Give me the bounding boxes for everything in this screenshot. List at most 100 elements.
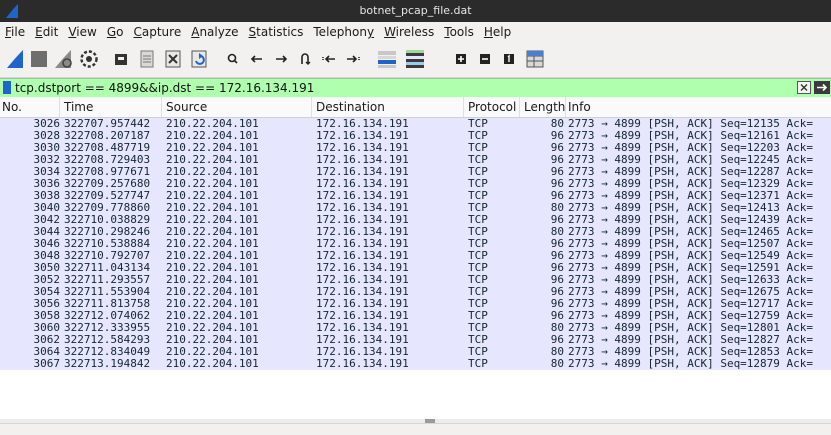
column-header-source[interactable]: Source <box>162 97 312 117</box>
menu-item-help[interactable]: Help <box>479 22 516 42</box>
column-header-protocol[interactable]: Protocol <box>464 97 520 117</box>
packet-info: 2773 → 4899 [PSH, ACK] Seq=12203 Ack= <box>568 142 814 154</box>
column-header-no[interactable]: No. <box>0 97 60 117</box>
main-toolbar <box>0 42 831 78</box>
display-filter-input[interactable] <box>15 79 785 97</box>
save-file-button[interactable] <box>136 48 158 70</box>
find-packet-button[interactable] <box>222 48 244 70</box>
go-last-button[interactable] <box>342 48 364 70</box>
resize-columns-button[interactable] <box>524 48 546 70</box>
go-first-button[interactable] <box>318 48 340 70</box>
table-row[interactable]: 3038 322709.527747 210.22.204.101 172.16.13… <box>0 190 831 202</box>
colorize-button[interactable] <box>404 48 426 70</box>
packet-time: 322711.293557 <box>64 274 151 286</box>
go-back-button[interactable] <box>246 48 268 70</box>
packet-source: 210.22.204.101 <box>166 322 259 334</box>
table-row[interactable]: 3042 322710.038829 210.22.204.101 172.16.13… <box>0 214 831 226</box>
go-forward-button[interactable] <box>270 48 292 70</box>
table-row[interactable]: 3067 322713.194842 210.22.204.101 172.16.13… <box>0 358 831 370</box>
packet-time: 322707.957442 <box>64 118 151 130</box>
packet-time: 322708.977671 <box>64 166 151 178</box>
menu-label-pre: Telephon <box>313 25 367 39</box>
table-row[interactable]: 3050 322711.043134 210.22.204.101 172.16.13… <box>0 262 831 274</box>
packet-protocol: TCP <box>468 274 488 286</box>
table-row[interactable]: 3040 322709.778860 210.22.204.101 172.16.13… <box>0 202 831 214</box>
colorize-icon <box>406 50 424 68</box>
packet-source: 210.22.204.101 <box>166 142 259 154</box>
packet-length: 80 <box>550 358 564 370</box>
packet-number: 3034 <box>33 166 61 178</box>
apply-filter-icon[interactable] <box>814 81 830 94</box>
table-row[interactable]: 3064 322712.834049 210.22.204.101 172.16.13… <box>0 346 831 358</box>
packet-length: 96 <box>550 166 564 178</box>
display-filter-bar <box>0 78 831 98</box>
packet-destination: 172.16.134.191 <box>316 130 409 142</box>
column-header-info[interactable]: Info <box>566 97 831 117</box>
menu-item-capture[interactable]: Capture <box>128 22 186 42</box>
menu-item-edit[interactable]: Edit <box>30 22 63 42</box>
menu-item-analyze[interactable]: Analyze <box>186 22 243 42</box>
packet-source: 210.22.204.101 <box>166 214 259 226</box>
table-row[interactable]: 3058 322712.074062 210.22.204.101 172.16.13… <box>0 310 831 322</box>
start-capture-button[interactable] <box>4 48 26 70</box>
column-header-destination[interactable]: Destination <box>312 97 464 117</box>
zoom-in-icon <box>456 54 466 64</box>
save-file-icon <box>140 50 154 68</box>
capture-options-button[interactable] <box>78 48 100 70</box>
menu-item-telephony[interactable]: Telephony <box>308 22 379 42</box>
packet-length: 96 <box>550 130 564 142</box>
packet-source: 210.22.204.101 <box>166 190 259 202</box>
column-header-length[interactable]: Length <box>520 97 566 117</box>
auto-scroll-button[interactable] <box>376 48 398 70</box>
reload-file-icon <box>191 50 207 68</box>
menu-item-go[interactable]: Go <box>102 22 129 42</box>
table-row[interactable]: 3030 322708.487719 210.22.204.101 172.16.13… <box>0 142 831 154</box>
table-row[interactable]: 3052 322711.293557 210.22.204.101 172.16.13… <box>0 274 831 286</box>
menu-item-statistics[interactable]: Statistics <box>244 22 309 42</box>
menu-item-file[interactable]: File <box>0 22 30 42</box>
packet-info: 2773 → 4899 [PSH, ACK] Seq=12633 Ack= <box>568 274 814 286</box>
bookmark-icon[interactable] <box>3 81 11 94</box>
normal-size-button[interactable] <box>498 48 520 70</box>
reload-file-button[interactable] <box>188 48 210 70</box>
table-row[interactable]: 3046 322710.538884 210.22.204.101 172.16.13… <box>0 238 831 250</box>
open-file-button[interactable] <box>110 48 132 70</box>
packet-source: 210.22.204.101 <box>166 238 259 250</box>
packet-number: 3040 <box>33 202 61 214</box>
table-row[interactable]: 3032 322708.729403 210.22.204.101 172.16.13… <box>0 154 831 166</box>
packet-number: 3048 <box>33 250 61 262</box>
zoom-in-button[interactable] <box>450 48 472 70</box>
menu-item-wireless[interactable]: Wireless <box>379 22 439 42</box>
clear-filter-icon[interactable] <box>797 81 811 94</box>
packet-number: 3067 <box>33 358 61 370</box>
stop-capture-button[interactable] <box>28 48 50 70</box>
column-header-time[interactable]: Time <box>60 97 162 117</box>
packet-number: 3058 <box>33 310 61 322</box>
table-row[interactable]: 3026 322707.957442 210.22.204.101 172.16.13… <box>0 118 831 130</box>
table-row[interactable]: 3028 322708.207187 210.22.204.101 172.16.13… <box>0 130 831 142</box>
close-file-button[interactable] <box>162 48 184 70</box>
menu-item-view[interactable]: View <box>63 22 101 42</box>
table-row[interactable]: 3062 322712.584293 210.22.204.101 172.16.13… <box>0 334 831 346</box>
table-row[interactable]: 3034 322708.977671 210.22.204.101 172.16.13… <box>0 166 831 178</box>
packet-source: 210.22.204.101 <box>166 274 259 286</box>
go-to-packet-icon <box>301 53 311 65</box>
go-back-icon <box>250 55 262 63</box>
menu-item-tools[interactable]: Tools <box>439 22 479 42</box>
packet-destination: 172.16.134.191 <box>316 346 409 358</box>
table-row[interactable]: 3048 322710.792707 210.22.204.101 172.16.13… <box>0 250 831 262</box>
table-row[interactable]: 3054 322711.553904 210.22.204.101 172.16.13… <box>0 286 831 298</box>
menu-mnemonic: y <box>366 25 375 39</box>
table-row[interactable]: 3036 322709.257680 210.22.204.101 172.16.13… <box>0 178 831 190</box>
packet-length: 96 <box>550 310 564 322</box>
go-to-packet-button[interactable] <box>294 48 316 70</box>
table-row[interactable]: 3044 322710.298246 210.22.204.101 172.16.13… <box>0 226 831 238</box>
zoom-out-button[interactable] <box>474 48 496 70</box>
packet-time: 322709.527747 <box>64 190 151 202</box>
table-row[interactable]: 3060 322712.333955 210.22.204.101 172.16.13… <box>0 322 831 334</box>
packet-source: 210.22.204.101 <box>166 310 259 322</box>
packet-source: 210.22.204.101 <box>166 346 259 358</box>
table-row[interactable]: 3056 322711.813758 210.22.204.101 172.16.13… <box>0 298 831 310</box>
window-title: botnet_pcap_file.dat <box>359 4 472 17</box>
restart-capture-button[interactable] <box>52 48 74 70</box>
